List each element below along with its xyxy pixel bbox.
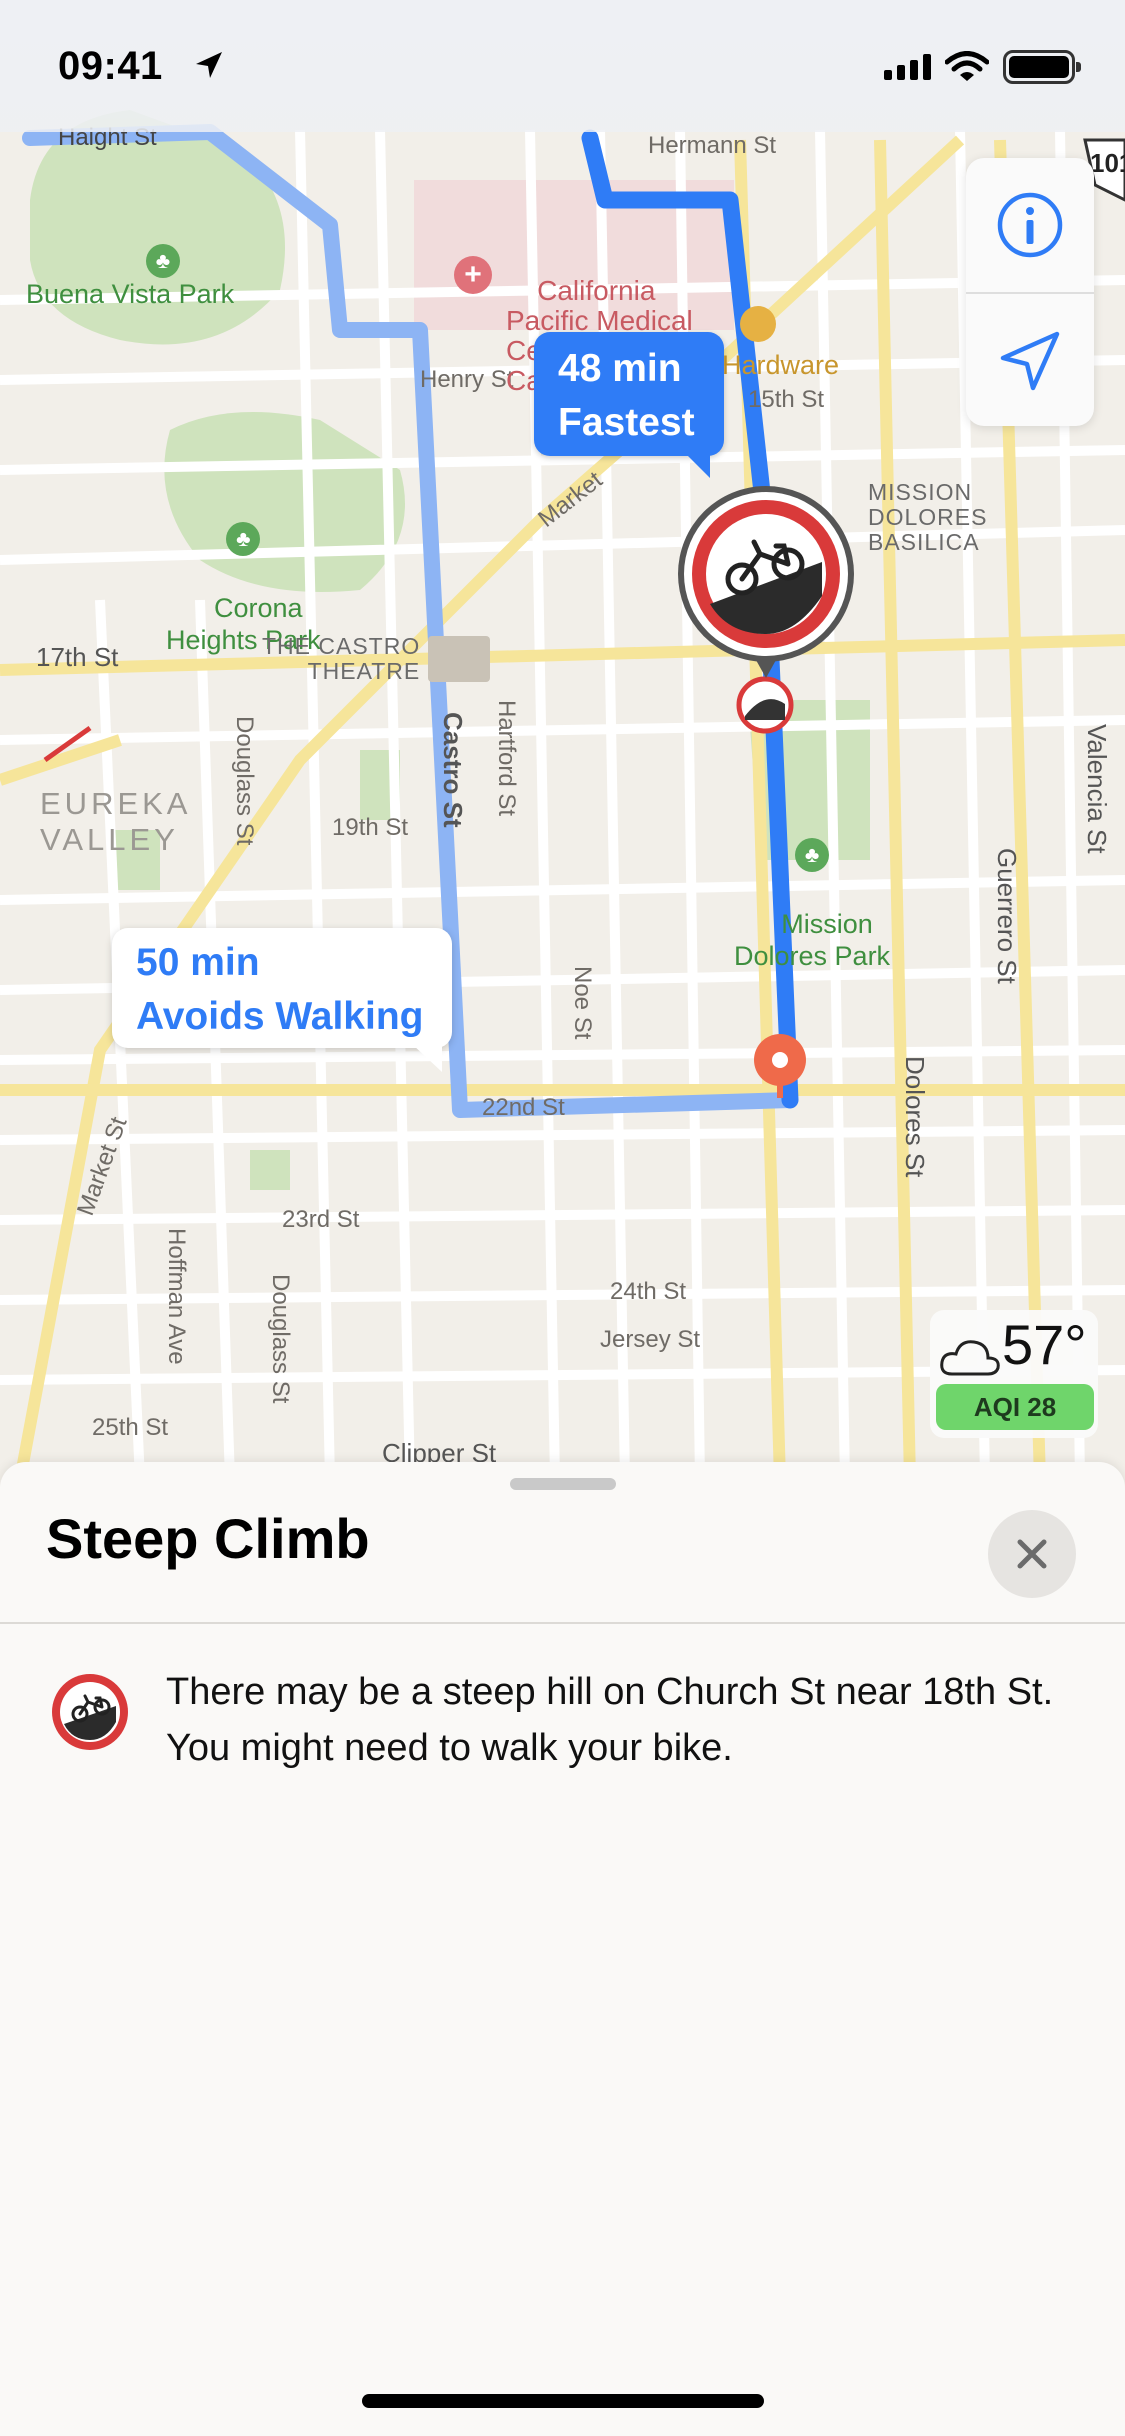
info-icon [997,192,1063,258]
close-icon [1017,1539,1047,1569]
place-mission-dolores-park[interactable]: ♣ Mission Dolores Park [734,774,890,1004]
street-label-noe: Noe St [569,966,596,1040]
sheet-divider [0,1622,1125,1624]
temperature: 57° [1002,1313,1087,1376]
route-duration: 50 min [136,941,260,984]
street-label-hermann: Hermann St [648,132,777,159]
place-label: Mission Dolores Park [734,909,891,971]
street-label-25th: 25th St [92,1414,169,1441]
steep-climb-description: There may be a steep hill on Church St n… [166,1671,1054,1769]
home-indicator[interactable] [362,2394,764,2408]
close-button[interactable] [988,1510,1076,1598]
status-time: 09:41 [58,44,163,88]
route-label: Avoids Walking [136,995,424,1038]
steep-climb-icon [52,1674,128,1750]
battery-icon [1003,50,1081,84]
street-label-22nd: 22nd St [482,1094,565,1121]
steep-climb-bike-icon [678,486,854,678]
status-indicators [884,50,1081,84]
cellular-signal-icon [884,54,931,80]
route-duration: 48 min [558,347,682,390]
street-label-jersey: Jersey St [600,1326,701,1353]
street-label-castro: Castro St [438,712,468,828]
wifi-icon [945,51,989,81]
place-buena-vista[interactable]: ♣ Buena Vista Park [26,244,234,310]
hospital-icon: + [454,256,492,294]
route-callout-alternate[interactable]: 50 min Avoids Walking [112,928,452,1072]
street-label-15th: 15th St [748,386,825,413]
street-label-24th: 24th St [610,1278,687,1305]
park-icon: ♣ [146,244,180,278]
map-controls [966,158,1094,426]
route-callout-fastest[interactable]: 48 min Fastest [534,332,724,478]
street-label-valencia: Valencia St [1082,724,1112,854]
route-label: Fastest [558,401,695,444]
highway-shield-101: 101 [1090,148,1125,178]
neighborhood-eureka-valley: EUREKA VALLEY [40,786,192,857]
current-location-button[interactable] [966,294,1094,428]
map-view[interactable]: Haight St Hermann St Henry St Market 15t… [0,0,1125,1480]
place-label: Hardware [722,350,840,380]
info-button[interactable] [966,158,1094,292]
shopping-bag-icon [740,306,776,342]
place-label: Buena Vista Park [26,279,235,309]
status-bar: 09:41 [0,0,1125,132]
street-label-hoffman: Hoffman Ave [163,1228,190,1365]
cloud-icon [940,1340,1000,1376]
location-arrow-icon [1000,331,1060,391]
sheet-grabber[interactable] [510,1478,616,1490]
location-services-icon [196,52,222,78]
steep-climb-marker[interactable] [676,484,856,678]
street-label-19th: 19th St [332,814,409,841]
detail-sheet: Steep Climb There may be a steep hill on… [0,1462,1125,2436]
street-label-hartford: Hartford St [493,700,520,817]
park-icon: ♣ [795,838,830,872]
place-castro-theatre[interactable]: THE CASTRO THEATRE [262,634,420,684]
park-icon: ♣ [226,522,261,556]
street-label-guerrero: Guerrero St [992,848,1022,984]
street-label-23rd: 23rd St [282,1206,360,1233]
sheet-title: Steep Climb [46,1507,370,1570]
aqi-badge: AQI 28 [936,1384,1094,1430]
street-label-dolores: Dolores St [900,1056,930,1178]
street-label-douglass-lower: Douglass St [267,1274,294,1404]
weather-widget[interactable]: 57° AQI 28 [930,1310,1098,1438]
place-mission-dolores-basilica[interactable]: MISSION DOLORES BASILICA [868,480,987,555]
place-hardware[interactable]: Hardware [722,306,840,381]
landmark-icon [428,636,490,682]
street-label-douglass-upper: Douglass St [231,716,258,846]
street-label-17th: 17th St [36,642,119,672]
